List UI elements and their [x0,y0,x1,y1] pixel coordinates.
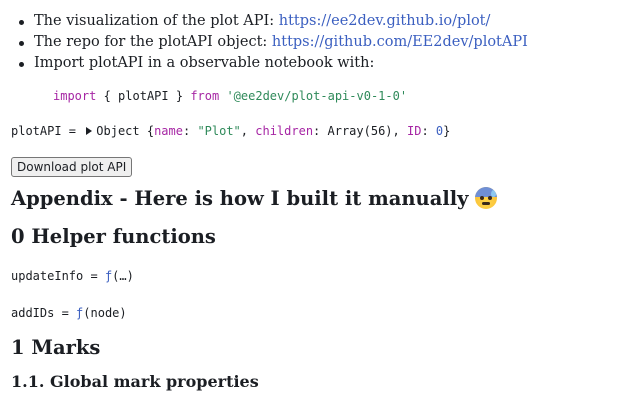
update-info-cell: updateInfo = ƒ(…) [11,269,134,283]
import-keyword: import [53,89,97,103]
list-item: Import plotAPI in a observable notebook … [13,53,528,74]
import-source: '@ee2dev/plot-api-v0-1-0' [226,89,408,103]
object-key: children [255,124,314,138]
import-name: plotAPI [118,89,169,103]
cell-variable: addIDs [11,306,55,320]
object-colon: : [182,124,198,138]
bullet-icon [19,62,24,67]
cell-variable: plotAPI [11,124,62,138]
anxious-face-icon [474,187,497,209]
cell-equals: = [83,269,105,283]
object-separator: , [392,124,407,138]
global-mark-properties-heading: 1.1. Global mark properties [11,372,259,391]
object-brace: } [443,124,451,138]
expand-caret-icon[interactable] [86,127,93,135]
object-value: "Plot" [197,124,241,138]
list-item-text: Import plotAPI in a observable notebook … [34,55,375,71]
object-type[interactable]: Object [96,124,139,138]
add-ids-cell: addIDs = ƒ(node) [11,306,127,320]
appendix-heading-text: Appendix - Here is how I built it manual… [11,187,469,210]
code-brace: } [168,89,191,103]
list-item-text: The visualization of the plot API: [34,13,279,29]
code-brace: { [96,89,119,103]
function-args[interactable]: (…) [112,269,134,283]
from-keyword: from [190,89,220,103]
object-separator: , [240,124,256,138]
object-value: Array(56) [327,124,393,138]
bullet-icon [19,20,24,25]
import-code-snippet: import { plotAPI } from '@ee2dev/plot-ap… [53,89,407,103]
object-colon: : [313,124,328,138]
marks-heading: 1 Marks [11,336,101,359]
cell-equals: = [61,124,84,138]
repo-link[interactable]: https://github.com/EE2dev/plotAPI [272,34,528,50]
bullet-icon [19,41,24,46]
download-plot-api-button[interactable]: Download plot API [11,157,133,177]
object-key: ID [406,124,422,138]
list-item: The visualization of the plot API: https… [13,11,528,32]
plot-visualization-link[interactable]: https://ee2dev.github.io/plot/ [279,13,491,29]
cell-equals: = [54,306,77,320]
object-brace: { [139,124,155,138]
cell-variable: updateInfo [11,269,84,283]
function-args[interactable]: (node) [83,306,126,320]
list-item-text: The repo for the plotAPI object: [34,34,272,50]
object-key: name [154,124,183,138]
plotapi-cell-output: plotAPI = Object {name: "Plot", children… [11,124,450,138]
list-item: The repo for the plotAPI object: https:/… [13,32,528,53]
helper-functions-heading: 0 Helper functions [11,225,216,248]
appendix-heading: Appendix - Here is how I built it manual… [11,187,497,210]
intro-list: The visualization of the plot API: https… [13,11,528,74]
object-colon: : [421,124,436,138]
